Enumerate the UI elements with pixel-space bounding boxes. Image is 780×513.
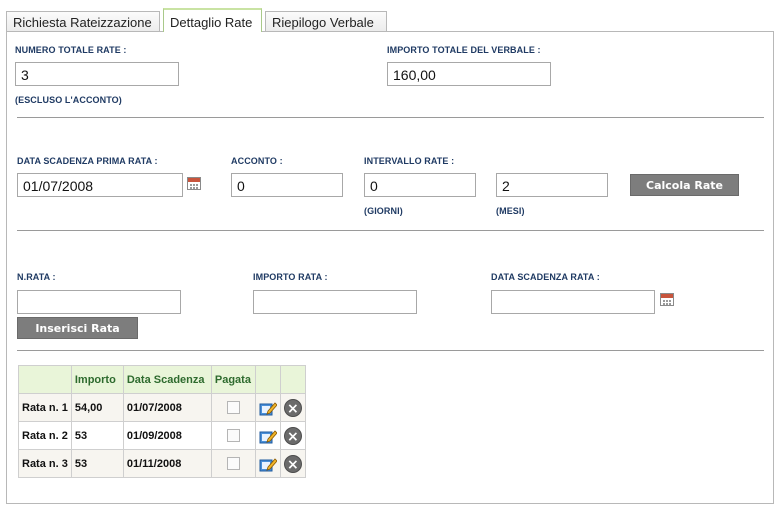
calcola-rate-button[interactable]: Calcola Rate	[630, 174, 739, 196]
intervallo-mesi-field[interactable]: 2	[496, 173, 608, 197]
table-row: Rata n. 3 53 01/11/2008 ×	[18, 449, 306, 478]
importo-totale-label: IMPORTO TOTALE DEL VERBALE :	[387, 45, 541, 55]
delete-cell: ×	[279, 421, 306, 450]
inserisci-rata-button[interactable]: Inserisci Rata	[17, 317, 138, 339]
edit-icon[interactable]	[259, 428, 278, 444]
pagata-cell	[210, 421, 256, 450]
calendar-icon[interactable]	[187, 177, 201, 190]
divider-3	[17, 350, 764, 351]
importo-rata-label: IMPORTO RATA :	[253, 272, 328, 282]
importo-totale-field[interactable]: 160,00	[387, 62, 551, 86]
acconto-label: ACCONTO :	[231, 156, 283, 166]
acconto-field[interactable]: 0	[231, 173, 343, 197]
rata-data: 01/11/2008	[122, 449, 212, 478]
rata-label: Rata n. 2	[18, 421, 72, 450]
delete-cell: ×	[279, 449, 306, 478]
col-header-edit	[254, 365, 281, 394]
divider-1	[17, 117, 764, 118]
delete-cell: ×	[279, 393, 306, 422]
data-scadenza-rata-label: DATA SCADENZA RATA :	[491, 272, 600, 282]
pagata-checkbox[interactable]	[226, 401, 240, 414]
pagata-cell	[210, 449, 256, 478]
pagata-checkbox[interactable]	[226, 429, 240, 442]
calendar-icon[interactable]	[660, 293, 674, 306]
col-header-pagata: Pagata	[210, 365, 256, 394]
col-header-importo: Importo	[70, 365, 124, 394]
edit-cell	[254, 449, 281, 478]
delete-icon[interactable]: ×	[283, 398, 302, 417]
delete-icon[interactable]: ×	[283, 426, 302, 445]
n-rata-label: N.RATA :	[17, 272, 56, 282]
rata-data: 01/07/2008	[122, 393, 212, 422]
data-scadenza-prima-rata-label: DATA SCADENZA PRIMA RATA :	[17, 156, 158, 166]
tab-riepilogo-verbale[interactable]: Riepilogo Verbale	[265, 11, 387, 31]
edit-icon[interactable]	[259, 400, 278, 416]
rata-label: Rata n. 1	[18, 393, 72, 422]
col-header-delete	[279, 365, 306, 394]
pagata-cell	[210, 393, 256, 422]
rata-data: 01/09/2008	[122, 421, 212, 450]
n-rata-field[interactable]	[17, 290, 181, 314]
tab-richiesta-rateizzazione[interactable]: Richiesta Rateizzazione	[6, 11, 160, 31]
table-header-row: Importo Data Scadenza Pagata	[18, 365, 306, 394]
num-rate-note: (ESCLUSO L'ACCONTO)	[15, 95, 122, 105]
divider-2	[17, 230, 764, 231]
table-row: Rata n. 2 53 01/09/2008 ×	[18, 421, 306, 450]
rata-importo: 54,00	[70, 393, 124, 422]
num-rate-field[interactable]: 3	[15, 62, 179, 86]
rata-label: Rata n. 3	[18, 449, 72, 478]
rata-importo: 53	[70, 421, 124, 450]
mesi-note: (MESI)	[496, 206, 525, 216]
edit-cell	[254, 393, 281, 422]
intervallo-giorni-field[interactable]: 0	[364, 173, 476, 197]
rates-table: Importo Data Scadenza Pagata Rata n. 1 5…	[18, 365, 306, 478]
pagata-checkbox[interactable]	[226, 457, 240, 470]
dettaglio-rate-panel: NUMERO TOTALE RATE : 3 (ESCLUSO L'ACCONT…	[6, 31, 774, 504]
col-header-label	[18, 365, 72, 394]
edit-cell	[254, 421, 281, 450]
data-scadenza-rata-field[interactable]	[491, 290, 655, 314]
num-rate-label: NUMERO TOTALE RATE :	[15, 45, 127, 55]
table-row: Rata n. 1 54,00 01/07/2008 ×	[18, 393, 306, 422]
tab-dettaglio-rate[interactable]: Dettaglio Rate	[163, 8, 262, 32]
giorni-note: (GIORNI)	[364, 206, 403, 216]
col-header-data-scadenza: Data Scadenza	[122, 365, 212, 394]
edit-icon[interactable]	[259, 456, 278, 472]
data-scadenza-prima-rata-field[interactable]: 01/07/2008	[17, 173, 183, 197]
rata-importo: 53	[70, 449, 124, 478]
intervallo-rate-label: INTERVALLO RATE :	[364, 156, 455, 166]
delete-icon[interactable]: ×	[283, 454, 302, 473]
importo-rata-field[interactable]	[253, 290, 417, 314]
